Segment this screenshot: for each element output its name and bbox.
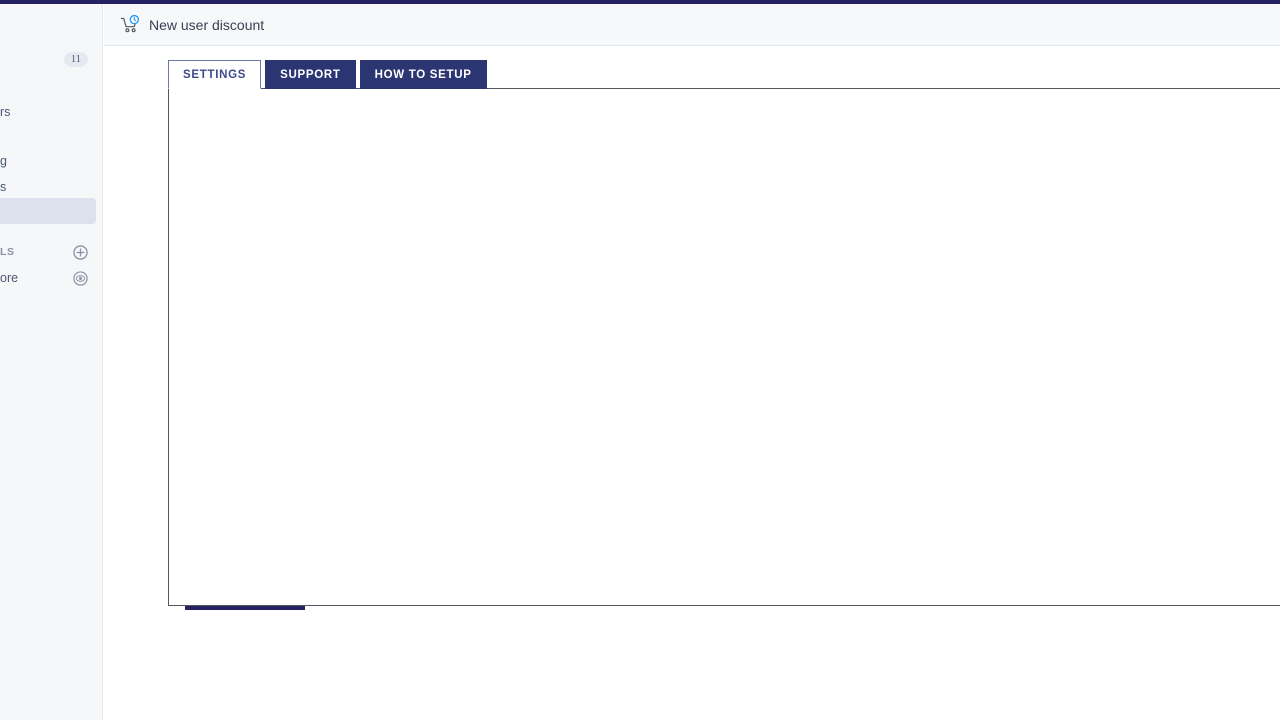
tab-bar: SETTINGS SUPPORT HOW TO SETUP xyxy=(168,60,487,89)
sidebar-item-label: ore xyxy=(0,271,19,285)
settings-panel xyxy=(168,88,1280,606)
sidebar-item-label: s xyxy=(0,180,7,194)
sidebar-item-label: g xyxy=(0,154,7,168)
shopping-cart-icon xyxy=(120,14,140,35)
sidebar-item-marketing[interactable]: g xyxy=(0,148,96,174)
page-title: New user discount xyxy=(149,16,265,33)
sidebar-item-label: rs xyxy=(0,105,11,119)
sidebar-badge-row[interactable]: 11 xyxy=(0,46,96,72)
sidebar-item-discounts[interactable]: s xyxy=(0,174,96,200)
tab-support[interactable]: SUPPORT xyxy=(265,60,356,89)
tab-settings[interactable]: SETTINGS xyxy=(168,60,262,89)
eye-icon[interactable] xyxy=(73,270,88,286)
page-header: New user discount xyxy=(104,4,1280,46)
tab-how-to-setup[interactable]: HOW TO SETUP xyxy=(359,60,487,89)
sidebar-section-tools: LS xyxy=(0,239,96,265)
sidebar-item-customers[interactable]: rs xyxy=(0,99,96,125)
plus-circle-icon[interactable] xyxy=(73,244,88,260)
sidebar: 11 rs g s LS ore xyxy=(0,4,103,720)
sidebar-item-view-store[interactable]: ore xyxy=(0,265,96,291)
sidebar-section-label: LS xyxy=(0,246,15,258)
sidebar-badge-count: 11 xyxy=(63,51,88,67)
sidebar-item-active[interactable] xyxy=(0,198,96,224)
